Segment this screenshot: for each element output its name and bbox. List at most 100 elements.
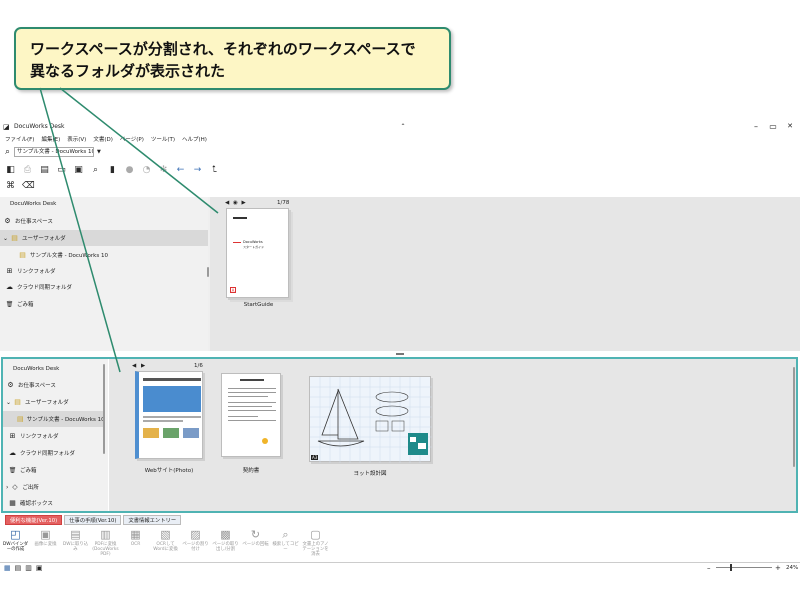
outbox-icon: ◇ — [12, 483, 18, 491]
sidebar-item-sample-docs[interactable]: ▤ サンプル文書 - DocuWorks 10 — [3, 411, 105, 427]
sidebar-item-label: お仕事スペース — [15, 219, 53, 225]
sidebar-item-link-folder[interactable]: ⊞ リンクフォルダ — [3, 428, 103, 444]
page-rotate-button[interactable]: ↻ ページの回転 — [242, 528, 269, 560]
button-label: ページの回転 — [242, 542, 269, 547]
eraser-icon[interactable]: ⌫ — [22, 181, 35, 192]
tag-icon[interactable]: ⌘ — [5, 181, 16, 192]
sidebar-item-trash[interactable]: 🗑 ごみ箱 — [3, 462, 103, 478]
expand-icon[interactable]: ⌄ — [6, 399, 11, 406]
list-view-icon[interactable]: ▤ — [15, 564, 22, 572]
document-thumbnail-yacht-blueprint[interactable]: A3 — [309, 376, 432, 463]
grid-view-icon[interactable]: ▣ — [36, 564, 43, 572]
user-icon[interactable]: ● — [124, 165, 135, 176]
thumbnail-icon[interactable]: ▭ — [56, 165, 67, 176]
search-copy-button[interactable]: ⌕ 検索してコピー — [272, 528, 299, 560]
menu-tools[interactable]: ツール(T) — [151, 135, 175, 143]
zoom-icon[interactable]: ⌕ — [90, 165, 101, 176]
close-button[interactable]: ✕ — [784, 120, 796, 133]
document-thumbnail-contract[interactable] — [221, 373, 281, 457]
menu-page[interactable]: ページ(P) — [120, 135, 144, 143]
text-line — [228, 406, 272, 407]
content-scrollbar[interactable] — [793, 367, 795, 467]
sidebar-item-workspace[interactable]: ⚙ お仕事スペース — [3, 377, 103, 393]
sidebar-item-cloud-folder[interactable]: ☁ クラウド同期フォルダ — [0, 279, 208, 295]
convert-pdf-button[interactable]: ▥ PDFに変換(DocuWorks PDF) — [92, 528, 119, 560]
sidebar-scrollbar[interactable] — [103, 364, 105, 454]
tab-useful-features[interactable]: 便利な機能(Ver.10) — [5, 515, 63, 525]
convert-image-button[interactable]: ▣ 画像に変換 — [32, 528, 59, 560]
create-binder-button[interactable]: ◰ DWバインダーの作成 — [2, 528, 29, 560]
sidebar-item-link-folder[interactable]: ⊞ リンクフォルダ — [0, 263, 208, 279]
zoom-slider-thumb[interactable] — [730, 564, 732, 571]
tab-document-entry[interactable]: 文書情報エントリー — [123, 515, 182, 525]
menu-file[interactable]: ファイル(F) — [5, 135, 34, 143]
sidebar-item-cloud-folder[interactable]: ☁ クラウド同期フォルダ — [3, 445, 103, 461]
minimize-button[interactable]: – — [750, 120, 762, 133]
link-folder-icon: ⊞ — [6, 267, 13, 275]
page-layout-button[interactable]: ▨ ページの割り付け — [182, 528, 209, 560]
callout-line-1: ワークスペースが分割され、それぞれのワークスペースで — [30, 40, 416, 58]
ocr-word-button[interactable]: ▧ OCRしてWordに変換 — [152, 528, 179, 560]
image-icon: ▣ — [40, 528, 51, 541]
menu-view[interactable]: 表示(V) — [67, 135, 86, 143]
trash-icon: 🗑 — [5, 300, 14, 308]
expand-icon[interactable]: ⌄ — [3, 235, 8, 242]
sidebar-item-user-folder[interactable]: ⌄ ▤ ユーザーフォルダ — [0, 230, 208, 246]
window-titlebar: ◪ DocuWorks Desk ⌃ – ▭ ✕ — [0, 120, 800, 133]
expand-icon[interactable]: › — [6, 484, 8, 491]
sidebar-scrollbar[interactable] — [207, 267, 209, 277]
prev-page-button[interactable]: ◀ — [225, 200, 229, 206]
tab-work-procedures[interactable]: 仕事の手順(Ver.10) — [64, 515, 122, 525]
next-page-button[interactable]: ▶ — [242, 200, 246, 206]
sidebar-item-sample-docs[interactable]: ▤ サンプル文書 - DocuWorks 10 — [0, 247, 208, 263]
menu-edit[interactable]: 編集(E) — [41, 135, 60, 143]
page-heading-bar — [240, 379, 264, 381]
settings-icon[interactable]: ✻ — [158, 165, 169, 176]
back-arrow-icon[interactable]: ← — [175, 165, 186, 176]
page-view-icon[interactable]: ▣ — [73, 165, 84, 176]
sidebar-item-trash[interactable]: 🗑 ごみ箱 — [0, 296, 208, 312]
share-icon[interactable]: ◔ — [141, 165, 152, 176]
search-icon[interactable]: ⌕ — [5, 147, 10, 157]
folder-view-icon[interactable]: ◧ — [5, 165, 16, 176]
pane-splitter-handle[interactable] — [396, 353, 404, 355]
location-field[interactable]: サンプル文書 - DocuWorks 10体験 — [14, 147, 95, 157]
sidebar-item-outbox[interactable]: › ◇ ご出所 — [3, 479, 103, 495]
binder-icon: ◰ — [10, 528, 21, 541]
zoom-in-button[interactable]: + — [775, 564, 781, 572]
view-mode-icon[interactable]: ▦ — [4, 564, 11, 572]
up-folder-icon[interactable]: ⮤ — [209, 165, 220, 176]
zoom-out-button[interactable]: – — [707, 564, 711, 572]
window-title: DocuWorks Desk — [14, 123, 65, 130]
forward-arrow-icon[interactable]: → — [192, 165, 203, 176]
menu-help[interactable]: ヘルプ(H) — [182, 135, 207, 143]
page-extract-button[interactable]: ▩ ページの取り出し/分割 — [212, 528, 239, 560]
bottom-sidebar: DocuWorks Desk ⚙ お仕事スペース ⌄ ▤ ユーザーフォルダ ▤ … — [3, 359, 108, 511]
chevron-down-icon[interactable]: ▼ — [97, 149, 101, 155]
print-icon[interactable]: ⎙ — [22, 165, 33, 176]
erase-annotation-button[interactable]: ▢ 文書上のアノテーションを消去 — [302, 528, 329, 560]
text-line — [228, 410, 276, 411]
next-page-button[interactable]: ▶ — [141, 363, 145, 369]
button-label: PDFに変換(DocuWorks PDF) — [92, 542, 119, 557]
maximize-button[interactable]: ▭ — [767, 120, 779, 133]
sidebar-item-user-folder[interactable]: ⌄ ▤ ユーザーフォルダ — [3, 394, 103, 410]
document-label: StartGuide — [243, 302, 274, 308]
detail-view-icon[interactable]: ▥ — [25, 564, 32, 572]
sidebar-item-workspace[interactable]: ⚙ お仕事スペース — [0, 213, 208, 229]
ocr-button[interactable]: ▦ OCR — [122, 528, 149, 560]
menu-document[interactable]: 文書(D) — [93, 135, 113, 143]
prev-page-button[interactable]: ◀ — [132, 363, 136, 369]
document-thumbnail-website[interactable] — [135, 371, 203, 459]
restore-icon[interactable]: ⌃ — [397, 120, 409, 133]
sidebar-item-review-box[interactable]: ▦ 確認ボックス — [3, 495, 103, 511]
document-icon[interactable]: ▤ — [39, 165, 50, 176]
document-thumbnail-startguide[interactable]: DocuWorks スタートガイド A — [226, 208, 289, 298]
button-label: ページの取り出し/分割 — [212, 542, 239, 552]
zoom-slider[interactable] — [716, 567, 772, 568]
bind-icon[interactable]: ▮ — [107, 165, 118, 176]
sidebar-item-label: リンクフォルダ — [20, 434, 59, 440]
cover-header-bar — [233, 217, 247, 219]
button-label: OCRしてWordに変換 — [153, 542, 178, 552]
import-dw-button[interactable]: ▤ DWに取り込み — [62, 528, 89, 560]
